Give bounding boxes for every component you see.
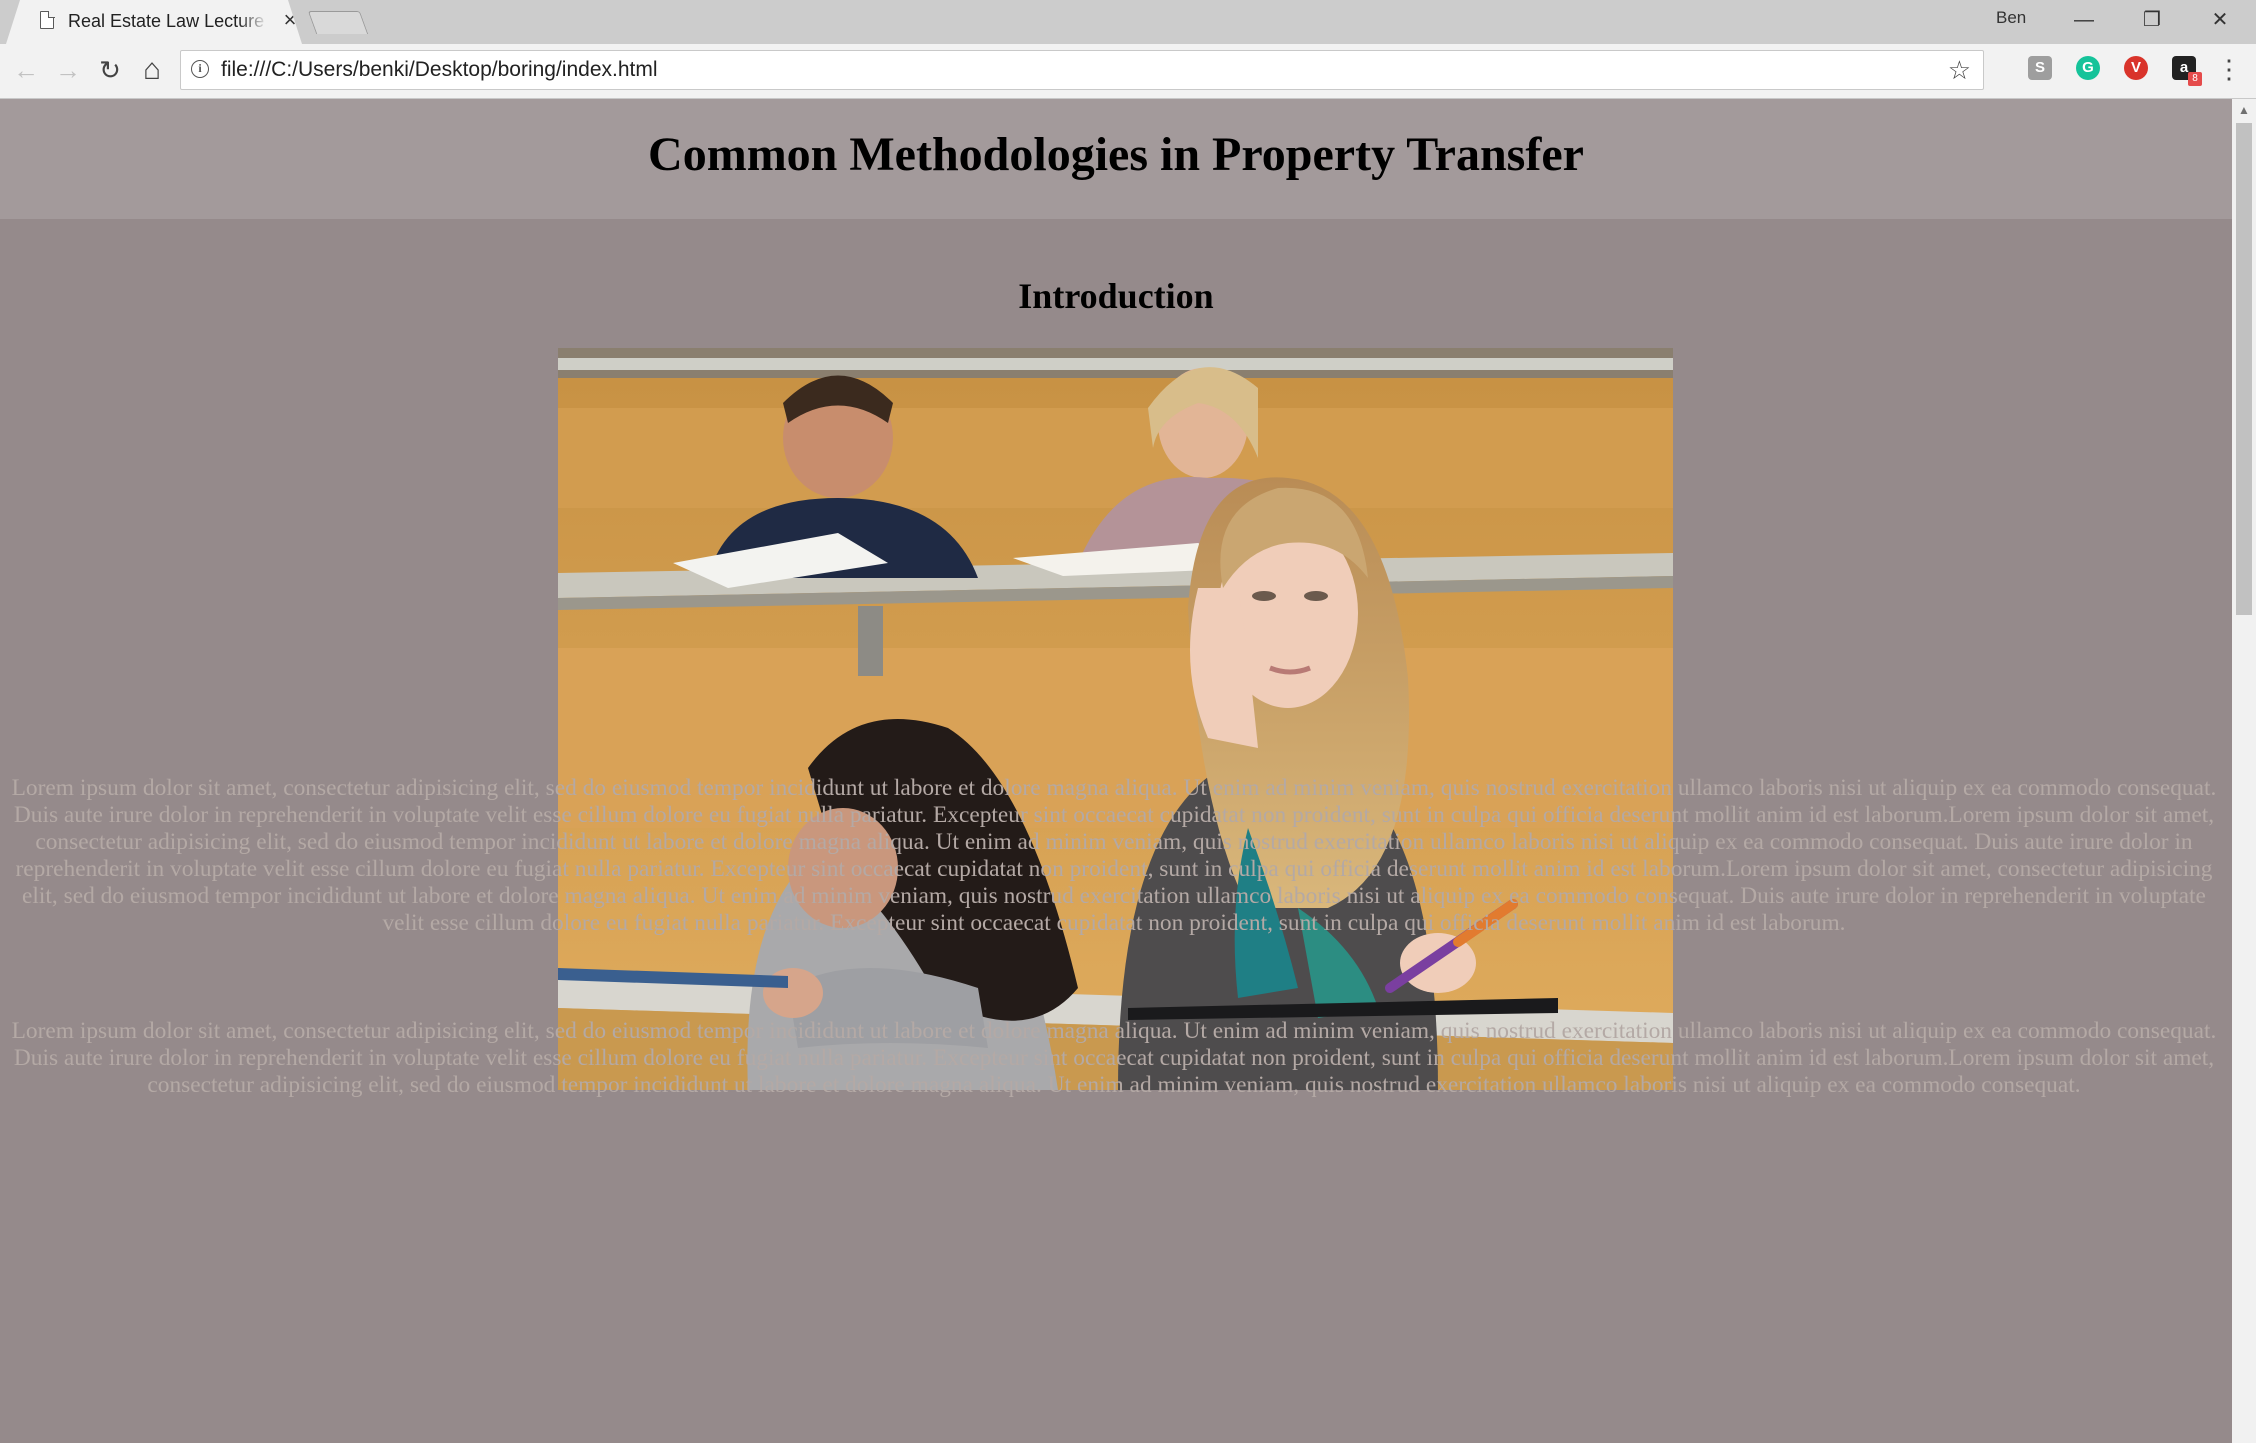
active-tab[interactable]: Real Estate Law Lecture 1 × (6, 0, 302, 44)
browser-toolbar: ← → ↻ ⌂ i file:///C:/Users/benki/Desktop… (0, 44, 2256, 99)
address-bar[interactable]: i file:///C:/Users/benki/Desktop/boring/… (180, 50, 1984, 90)
tab-title: Real Estate Law Lecture 1 (68, 11, 268, 31)
grammarly-icon[interactable]: G (2076, 56, 2100, 80)
tab-strip: Real Estate Law Lecture 1 × Ben — ❐ ✕ (0, 0, 2256, 44)
bookmark-star-icon[interactable]: ☆ (1948, 55, 1971, 85)
lecture-hall-photo (558, 348, 1673, 1090)
lecture-hall-illustration (558, 348, 1673, 1090)
info-icon[interactable]: i (191, 60, 209, 78)
new-tab-button[interactable] (307, 11, 369, 34)
amazon-icon[interactable]: a 8 (2172, 56, 2202, 86)
page-title: Common Methodologies in Property Transfe… (648, 128, 1584, 181)
body-paragraph-1: Lorem ipsum dolor sit amet, consectetur … (11, 775, 2217, 936)
browser-menu-icon[interactable]: ⋮ (2216, 54, 2242, 86)
vertical-scrollbar[interactable]: ▲ (2232, 99, 2256, 1443)
forward-button[interactable]: → (50, 52, 86, 88)
scroll-thumb[interactable] (2236, 123, 2252, 615)
page-viewport: Common Methodologies in Property Transfe… (0, 99, 2232, 1443)
minimize-button[interactable]: — (2050, 0, 2118, 40)
scroll-up-arrow-icon[interactable]: ▲ (2232, 99, 2256, 121)
document-icon (40, 10, 55, 29)
opera-vpn-icon[interactable]: V (2124, 56, 2148, 80)
section-heading: Introduction (1018, 276, 1214, 316)
back-button[interactable]: ← (8, 52, 44, 88)
amazon-badge: 8 (2188, 72, 2202, 86)
restore-button[interactable]: ❐ (2118, 0, 2186, 40)
page-header: Common Methodologies in Property Transfe… (0, 99, 2232, 219)
profile-button[interactable]: Ben (1996, 8, 2036, 32)
tab-close-button[interactable]: × (278, 8, 302, 32)
home-button[interactable]: ⌂ (134, 52, 170, 88)
close-window-button[interactable]: ✕ (2186, 0, 2254, 40)
reload-button[interactable]: ↻ (92, 52, 128, 88)
body-paragraph-2: Lorem ipsum dolor sit amet, consectetur … (11, 1018, 2217, 1098)
url-text[interactable]: file:///C:/Users/benki/Desktop/boring/in… (221, 58, 658, 82)
s-extension-icon[interactable]: S (2028, 56, 2052, 80)
